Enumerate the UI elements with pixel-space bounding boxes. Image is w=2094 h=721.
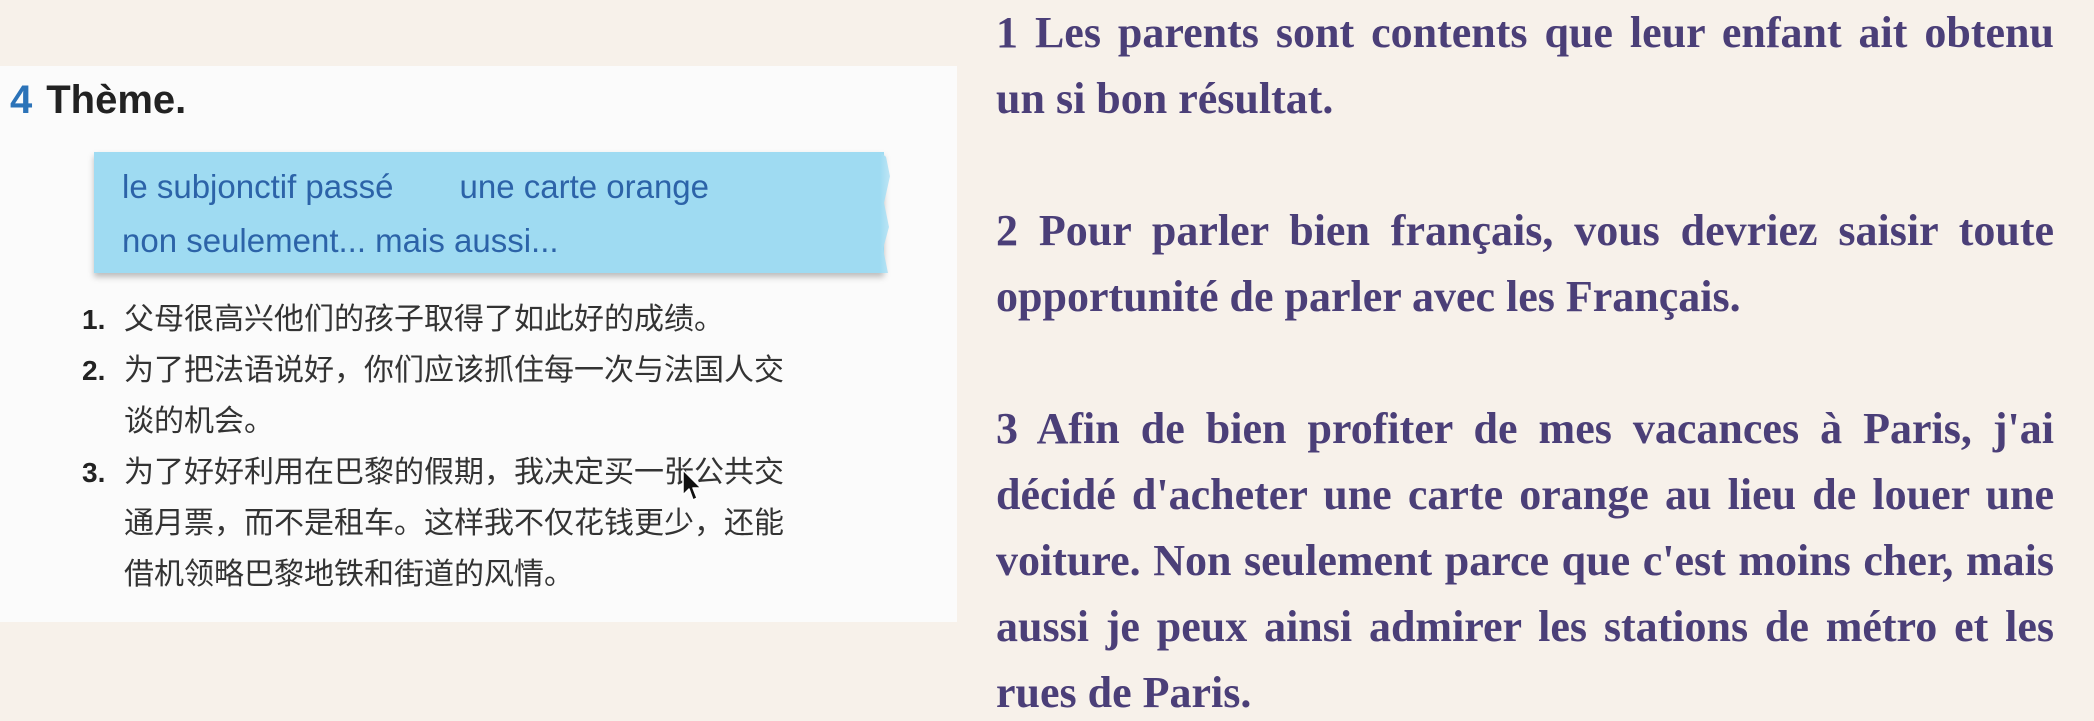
item-line: 为了好好利用在巴黎的假期，我决定买一张公共交 [124, 455, 784, 490]
mouse-cursor-icon [682, 469, 702, 501]
vocab-term: non seulement... mais aussi... [122, 222, 559, 259]
exercise-heading: 4 Thème. [10, 80, 186, 120]
exercise-item: 3. 为了好好利用在巴黎的假期，我决定买一张公共交 通月票，而不是租车。这样我不… [82, 447, 942, 600]
exercise-item: 2. 为了把法语说好，你们应该抓住每一次与法国人交 谈的机会。 [82, 345, 942, 447]
translation-paragraph: 2 Pour parler bien français, vous devrie… [996, 206, 2054, 321]
item-line: 通月票，而不是租车。这样我不仅花钱更少，还能 [124, 506, 784, 541]
translation-paragraph: 3 Afin de bien profiter de mes vacances … [996, 404, 2054, 717]
exercise-number: 4 [10, 78, 33, 122]
item-number: 3. [82, 457, 106, 488]
vocab-term: le subjonctif passé [122, 168, 394, 205]
item-line: 借机领略巴黎地铁和街道的风情。 [124, 557, 574, 592]
translation-text: 1 Les parents sont contents que leur enf… [996, 0, 2054, 721]
item-line: 谈的机会。 [124, 404, 274, 439]
vocab-row-1: le subjonctif passé une carte orange [122, 168, 709, 206]
item-line: 父母很高兴他们的孩子取得了如此好的成绩。 [124, 302, 724, 337]
exercise-items: 1. 父母很高兴他们的孩子取得了如此好的成绩。 2. 为了把法语说好，你们应该抓… [82, 294, 942, 600]
translation-paragraph: 1 Les parents sont contents que leur enf… [996, 8, 2054, 123]
vocab-term: une carte orange [459, 168, 710, 205]
exercise-title: Thème. [46, 78, 187, 122]
vocabulary-box: le subjonctif passé une carte orange non … [94, 152, 884, 273]
item-number: 2. [82, 355, 106, 386]
item-number: 1. [82, 304, 106, 335]
item-line: 为了把法语说好，你们应该抓住每一次与法国人交 [124, 353, 784, 388]
exercise-item: 1. 父母很高兴他们的孩子取得了如此好的成绩。 [82, 294, 942, 345]
textbook-exercise-panel: 4 Thème. le subjonctif passé une carte ora… [0, 66, 957, 622]
vocab-row-2: non seulement... mais aussi... [122, 222, 559, 260]
